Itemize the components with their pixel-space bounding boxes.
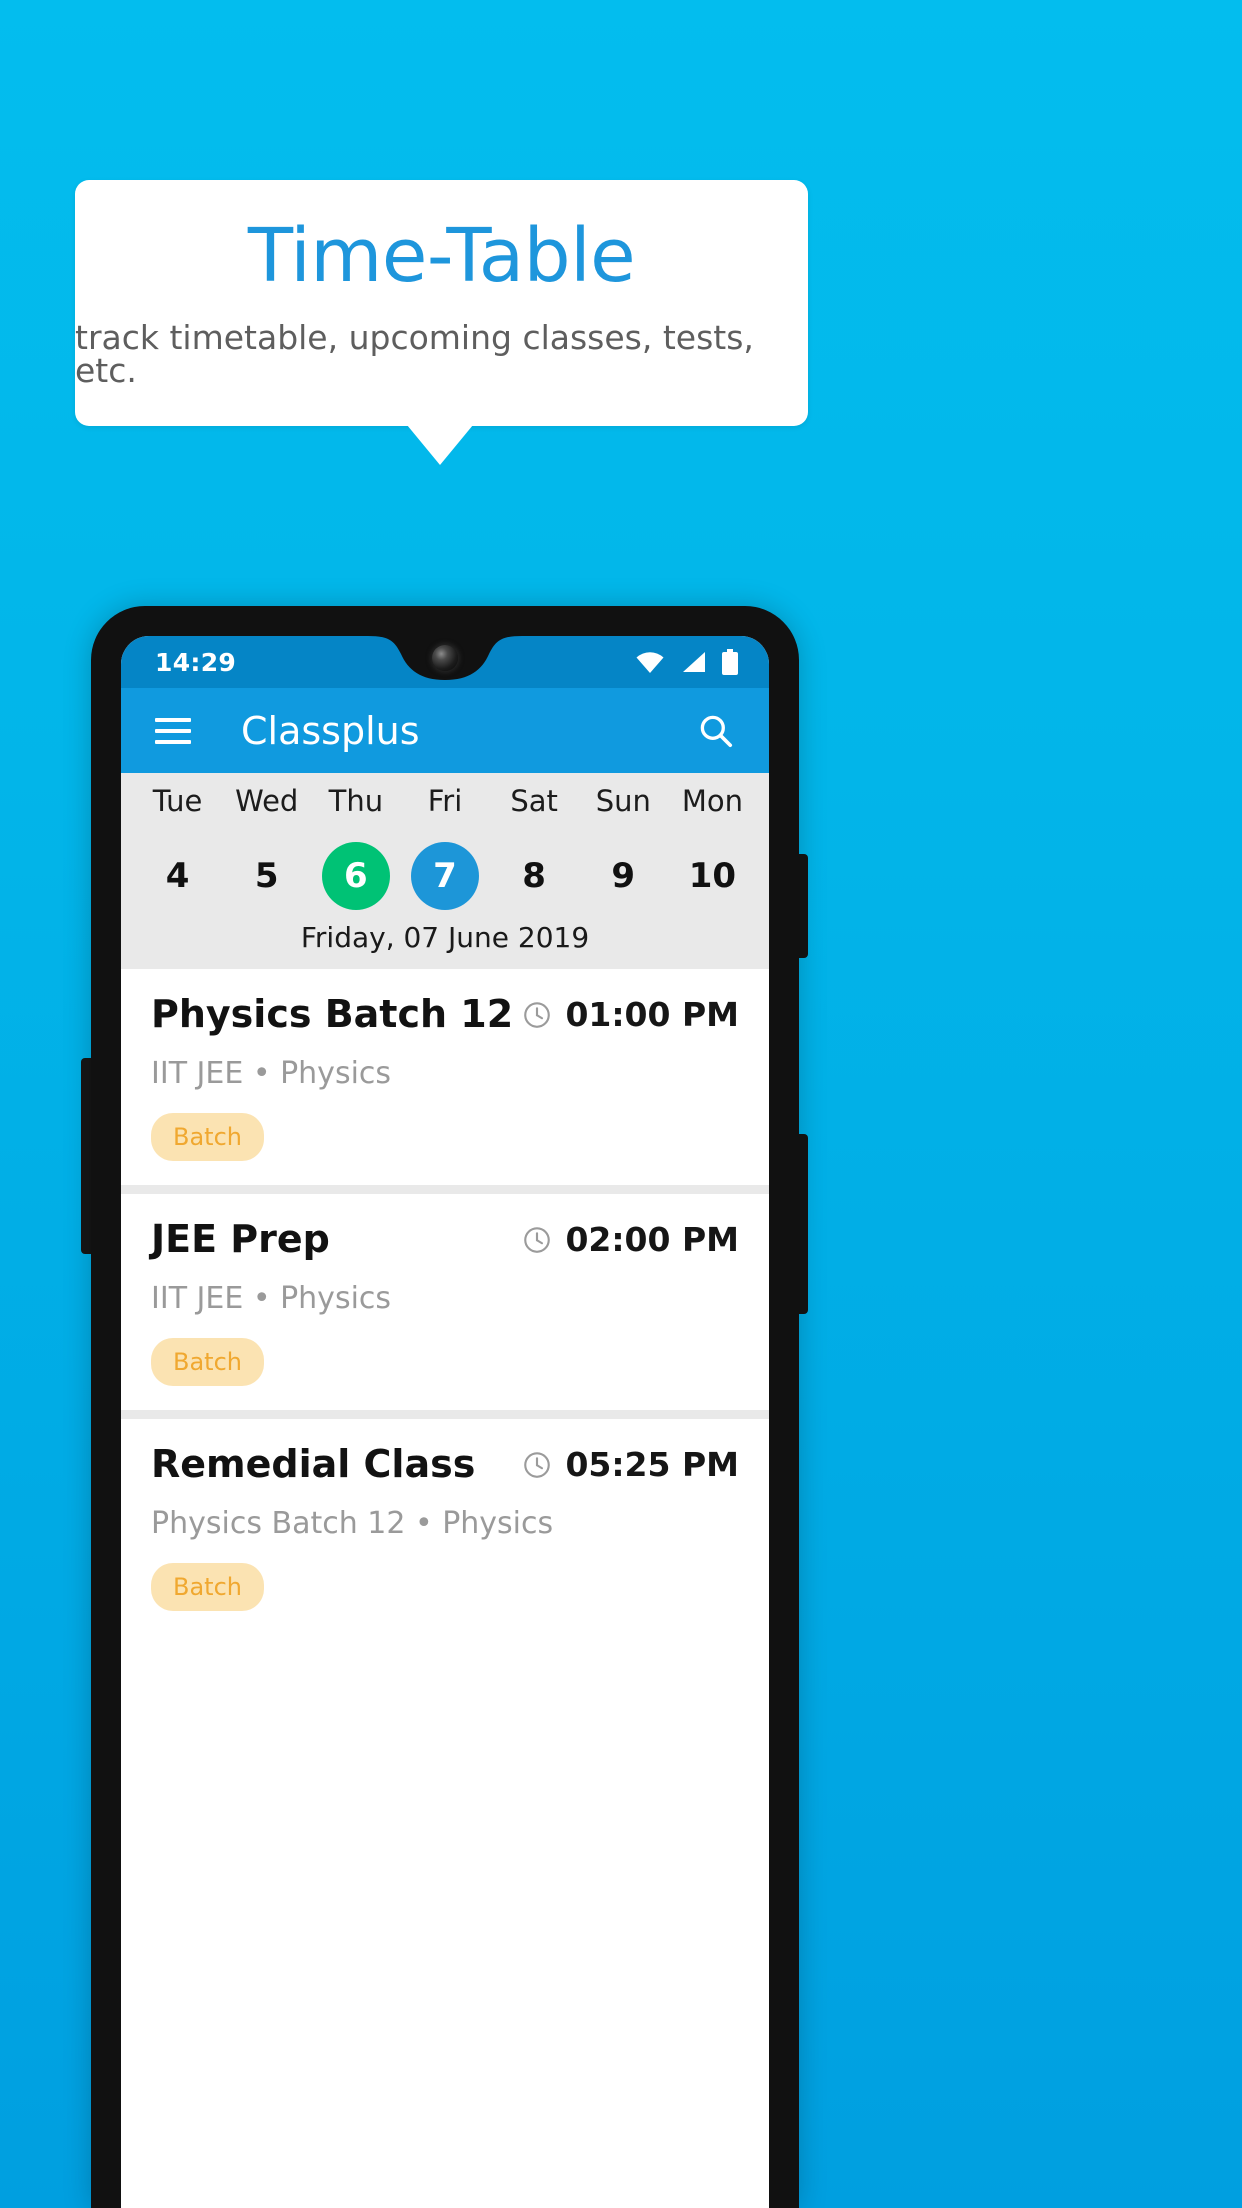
status-bar: 14:29 (121, 636, 769, 688)
class-card[interactable]: JEE Prep 02:00 PM IIT JEE • Physics Batc… (121, 1193, 769, 1410)
class-subtitle: Physics Batch 12 • Physics (151, 1505, 554, 1541)
phone-mockup: 14:29 Classplus Tue 4 Wed 5 Thu 6 Fri 7 … (81, 606, 1151, 2208)
day-name: Mon (681, 784, 743, 818)
app-title: Classplus (241, 708, 420, 753)
day-name: Fri (427, 784, 463, 818)
phone-screen: 14:29 Classplus Tue 4 Wed 5 Thu 6 Fri 7 … (121, 636, 769, 2208)
class-type-badge: Batch (151, 1337, 264, 1386)
week-days-row: Tue 4 Wed 5 Thu 6 Fri 7 Sat 8 Sun 9 Mon … (121, 787, 769, 910)
class-time-group: 01:00 PM (522, 998, 739, 1031)
class-type-badge: Batch (151, 1112, 264, 1161)
day-column-tue[interactable]: Tue 4 (133, 787, 222, 910)
app-bar: Classplus (121, 688, 769, 773)
day-column-wed[interactable]: Wed 5 (222, 787, 311, 910)
class-subtitle: IIT JEE • Physics (151, 1055, 392, 1091)
class-time: 02:00 PM (565, 1220, 739, 1260)
phone-body: 14:29 Classplus Tue 4 Wed 5 Thu 6 Fri 7 … (91, 606, 799, 2208)
class-time-group: 02:00 PM (522, 1223, 739, 1256)
class-list: Physics Batch 12 01:00 PM IIT JEE • Phys… (121, 969, 769, 1635)
status-bar-clock: 14:29 (155, 647, 237, 677)
class-card-header: Remedial Class 05:25 PM (151, 1441, 739, 1486)
week-day-strip: Tue 4 Wed 5 Thu 6 Fri 7 Sat 8 Sun 9 Mon … (121, 773, 769, 969)
promo-title: Time-Table (247, 213, 636, 299)
day-number: 9 (611, 856, 636, 896)
class-time-group: 05:25 PM (522, 1448, 739, 1481)
day-number-today: 6 (321, 842, 390, 910)
day-column-thu[interactable]: Thu 6 (311, 787, 400, 910)
promo-subtitle: track timetable, upcoming classes, tests… (75, 318, 754, 390)
day-name: Tue (152, 784, 203, 818)
hamburger-menu-icon[interactable] (155, 717, 191, 744)
class-type-badge: Batch (151, 1562, 264, 1611)
day-name: Sun (595, 784, 651, 818)
promo-callout-tail (407, 425, 473, 465)
search-icon[interactable] (697, 712, 735, 750)
day-number-selected: 7 (410, 842, 479, 910)
day-column-sat[interactable]: Sat 8 (490, 787, 579, 910)
promo-callout-card: Time-Table track timetable, upcoming cla… (75, 180, 808, 426)
class-card[interactable]: Remedial Class 05:25 PM Physics Batch 12… (121, 1418, 769, 1635)
class-card-header: JEE Prep 02:00 PM (151, 1216, 739, 1261)
day-name: Thu (328, 784, 384, 818)
wifi-icon (636, 652, 664, 673)
front-camera-icon (432, 645, 458, 671)
day-column-sun[interactable]: Sun 9 (579, 787, 668, 910)
class-time: 05:25 PM (565, 1445, 739, 1485)
day-column-mon[interactable]: Mon 10 (668, 787, 757, 910)
day-name: Wed (235, 784, 299, 818)
day-number: 8 (522, 856, 546, 896)
status-bar-icons (635, 636, 739, 688)
class-time: 01:00 PM (565, 995, 739, 1035)
class-title: Remedial Class (151, 1441, 476, 1486)
clock-icon (524, 1451, 551, 1478)
day-name: Sat (510, 784, 558, 818)
class-title: Physics Batch 12 (151, 992, 514, 1036)
selected-date-label: Friday, 07 June 2019 (300, 921, 590, 954)
class-title: JEE Prep (151, 1216, 330, 1261)
class-card-header: Physics Batch 12 01:00 PM (151, 992, 739, 1036)
class-card[interactable]: Physics Batch 12 01:00 PM IIT JEE • Phys… (121, 969, 769, 1185)
day-number: 5 (254, 856, 279, 896)
clock-icon (524, 1002, 551, 1028)
signal-icon (683, 652, 705, 672)
day-number: 10 (688, 856, 737, 896)
day-column-fri[interactable]: Fri 7 (400, 787, 489, 910)
day-number: 4 (165, 856, 190, 896)
class-subtitle: IIT JEE • Physics (151, 1280, 392, 1316)
battery-icon (722, 649, 738, 675)
clock-icon (524, 1227, 551, 1253)
